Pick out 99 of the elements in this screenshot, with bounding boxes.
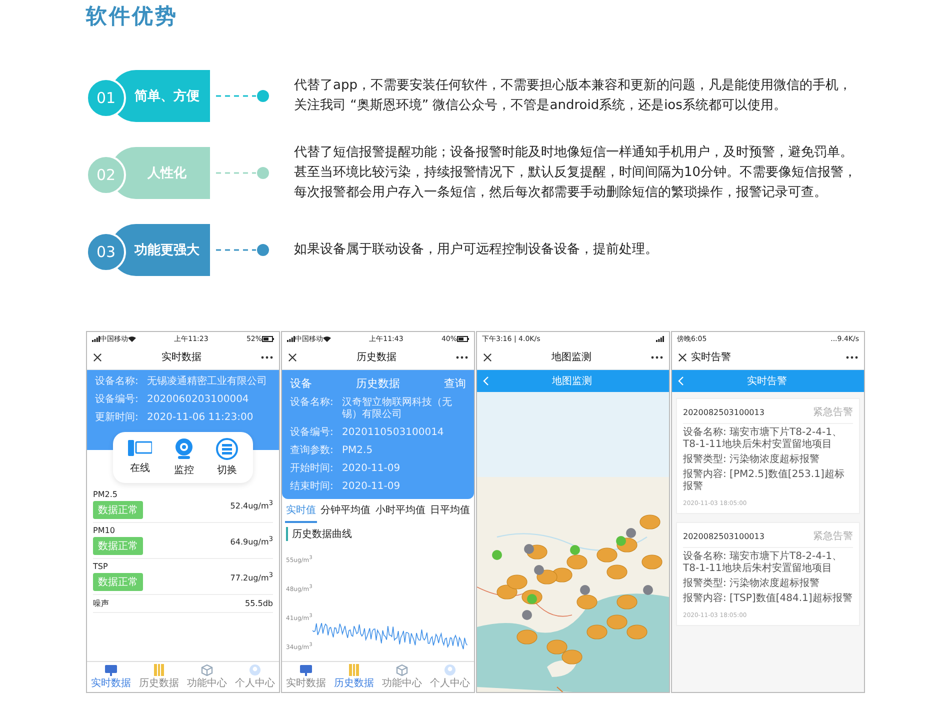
device-button[interactable]: 设备 bbox=[290, 376, 312, 391]
nav-title: 历史数据 bbox=[356, 350, 396, 364]
back-icon[interactable] bbox=[483, 376, 489, 386]
alarm-level: 紧急告警 bbox=[813, 530, 853, 543]
dashed-connector bbox=[216, 167, 270, 179]
feature-number: 01 bbox=[86, 78, 126, 118]
alarm-detail: 报警类型: 污染物浓度超标报警 bbox=[683, 454, 821, 466]
reading-value: 77.2ug/m$^{3}$ bbox=[230, 570, 273, 582]
info-label: 设备名称: bbox=[95, 376, 140, 388]
dashed-connector bbox=[216, 244, 270, 256]
alarm-id: 2020082503100013 bbox=[683, 532, 764, 540]
bars-icon bbox=[349, 664, 359, 676]
wifi-icon bbox=[128, 336, 136, 342]
reading-name: 噪声 bbox=[93, 598, 109, 609]
monitor-icon bbox=[105, 664, 117, 676]
action-label[interactable]: 切换 bbox=[217, 463, 237, 477]
status-tag: 数据正常 bbox=[93, 573, 143, 591]
interval-tab[interactable]: 日平均值 bbox=[428, 499, 471, 523]
feature-description: 代替了app，不需要安装任何软件，不需要担心版本兼容和更新的问题，凡是能使用微信的手机，关注我司 “奥斯恩环境” 微信公众号，不管是android系统，还是ios系统都可以使用。 bbox=[294, 77, 852, 115]
info-value: 汉奇智立物联网科技（无锡）有限公司 bbox=[342, 397, 453, 421]
info-label: 设备名称: bbox=[290, 397, 334, 410]
tab-bar-item[interactable]: 实时数据 bbox=[286, 664, 326, 690]
nav-title: 实时数据 bbox=[162, 350, 202, 364]
tab-bar-item[interactable]: 个人中心 bbox=[235, 664, 275, 690]
chart-title: 历史数据曲线 bbox=[286, 527, 470, 541]
action-label[interactable]: 在线 bbox=[130, 461, 150, 475]
nav-title: 实时告警 bbox=[691, 350, 731, 364]
monitor-icon bbox=[300, 664, 312, 676]
switch-icon bbox=[216, 438, 238, 460]
alarm-level: 紧急告警 bbox=[813, 406, 853, 419]
tab-bar-item[interactable]: 历史数据 bbox=[334, 664, 374, 690]
battery-icon bbox=[262, 336, 274, 342]
signal-icon bbox=[656, 336, 664, 342]
panel-title: 历史数据 bbox=[356, 376, 400, 391]
interval-tab[interactable]: 分钟平均值 bbox=[320, 499, 372, 523]
info-value: PM2.5 bbox=[342, 445, 373, 457]
action-label[interactable]: 监控 bbox=[174, 463, 194, 477]
reading-name: PM2.5 bbox=[93, 490, 118, 499]
close-icon[interactable] bbox=[678, 352, 687, 362]
cube-icon bbox=[396, 664, 408, 676]
signal-icon bbox=[92, 336, 100, 342]
tab-bar-item[interactable]: 历史数据 bbox=[139, 664, 179, 690]
info-label: 开始时间: bbox=[290, 463, 334, 475]
alarm-detail: 设备名称: 瑞安市塘下片T8-2-4-1、T8-1-11地块后朱村安置留地项目 bbox=[683, 427, 843, 451]
cube-icon bbox=[201, 664, 213, 676]
info-value: 2020110503100014 bbox=[342, 427, 444, 439]
reading-value: 55.5db bbox=[245, 599, 273, 608]
nav-title: 地图监测 bbox=[552, 350, 592, 364]
alarm-detail: 报警内容: [TSP]数值[484.1]超标报警 bbox=[683, 593, 853, 605]
info-value: 2020060203100004 bbox=[147, 394, 249, 406]
header-title: 地图监测 bbox=[551, 374, 593, 388]
header-title: 实时告警 bbox=[746, 374, 788, 388]
info-value: 无锡凌通精密工业有限公司 bbox=[147, 376, 267, 388]
info-label: 结束时间: bbox=[290, 481, 334, 493]
feature-number: 03 bbox=[86, 232, 126, 272]
more-icon[interactable] bbox=[651, 356, 663, 358]
more-icon[interactable] bbox=[846, 356, 858, 358]
user-icon bbox=[444, 664, 456, 676]
alarm-detail: 报警类型: 污染物浓度超标报警 bbox=[683, 578, 821, 590]
user-icon bbox=[249, 664, 261, 676]
section-title: 软件优势 bbox=[86, 3, 179, 30]
alarm-id: 2020082503100013 bbox=[683, 408, 764, 416]
info-label: 设备编号: bbox=[95, 394, 140, 406]
tab-bar-item[interactable]: 个人中心 bbox=[430, 664, 470, 690]
interval-tab[interactable]: 小时平均值 bbox=[374, 499, 426, 523]
signal-icon bbox=[287, 336, 295, 342]
back-icon[interactable] bbox=[678, 376, 684, 386]
interval-tab[interactable]: 实时值 bbox=[285, 499, 317, 523]
computer-icon bbox=[128, 438, 152, 458]
wifi-icon bbox=[323, 336, 331, 342]
webcam-icon bbox=[174, 438, 194, 460]
info-value: 2020-11-09 bbox=[342, 481, 400, 493]
info-label: 查询参数: bbox=[290, 445, 334, 457]
bars-icon bbox=[154, 664, 164, 676]
more-icon[interactable] bbox=[456, 356, 468, 358]
info-value: 2020-11-09 bbox=[342, 463, 400, 475]
status-tag: 数据正常 bbox=[93, 501, 143, 519]
feature-description: 如果设备属于联动设备，用户可远程控制设备设备，提前处理。 bbox=[294, 241, 659, 259]
info-value: 2020-11-06 11:23:00 bbox=[147, 412, 254, 424]
dashed-connector bbox=[216, 90, 270, 102]
reading-name: TSP bbox=[93, 562, 108, 571]
tab-bar-item[interactable]: 实时数据 bbox=[91, 664, 131, 690]
close-icon[interactable] bbox=[483, 352, 492, 362]
reading-value: 52.4ug/m$^{3}$ bbox=[230, 498, 273, 510]
close-icon[interactable] bbox=[288, 352, 297, 362]
tab-bar-item[interactable]: 功能中心 bbox=[382, 664, 422, 690]
query-button[interactable]: 查询 bbox=[444, 376, 466, 391]
alarm-detail: 设备名称: 瑞安市塘下片T8-2-4-1、T8-1-11地块后朱村安置留地项目 bbox=[683, 551, 843, 575]
info-label: 设备编号: bbox=[290, 427, 334, 439]
reading-value: 64.9ug/m$^{3}$ bbox=[230, 534, 273, 546]
alarm-detail: 报警内容: [PM2.5]数值[253.1]超标报警 bbox=[683, 469, 846, 493]
feature-description: 代替了短信报警提醒功能；设备报警时能及时地像短信一样通知手机用户，及时预警，避免罚单。甚至当环境比较污染，持续报警情况下，默认反复提醒，时间间隔为10分钟。不需要像短信报警，每次报警都会用户存入一条短信，然后每次都需要手动删除短信的繁琐操作，报警记录可查。 bbox=[294, 144, 858, 202]
info-label: 更新时间: bbox=[95, 412, 140, 424]
more-icon[interactable] bbox=[261, 356, 273, 358]
tab-bar-item[interactable]: 功能中心 bbox=[187, 664, 227, 690]
battery-icon bbox=[457, 336, 469, 342]
reading-name: PM10 bbox=[93, 526, 115, 535]
close-icon[interactable] bbox=[93, 352, 102, 362]
status-tag: 数据正常 bbox=[93, 537, 143, 555]
